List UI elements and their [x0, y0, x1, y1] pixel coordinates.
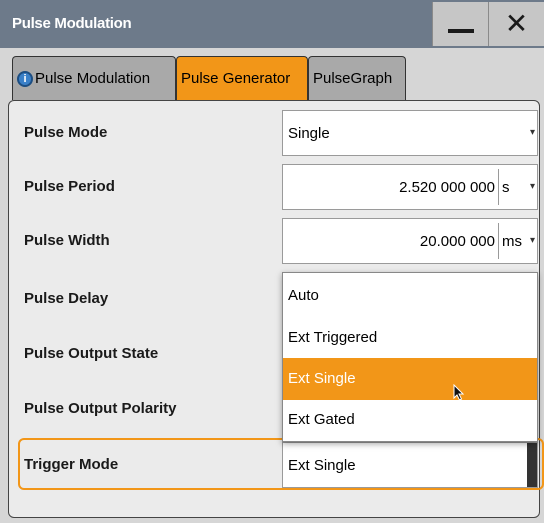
mouse-cursor-icon	[453, 384, 465, 401]
minimize-button[interactable]	[432, 2, 488, 46]
close-icon: ✕	[504, 8, 529, 39]
trigger-mode-label: Trigger Mode	[24, 456, 119, 473]
pulse-width-field[interactable]: 20.000 000 ms ▾	[282, 218, 538, 264]
trigger-mode-dropdown: Auto Ext Triggered Ext Single Ext Gated	[282, 272, 538, 442]
dropdown-option-ext-single[interactable]: Ext Single	[283, 358, 537, 400]
dropdown-toggle-button[interactable]	[527, 443, 537, 487]
pulse-period-field[interactable]: 2.520 000 000 s ▾	[282, 164, 538, 210]
dropdown-option-auto[interactable]: Auto	[283, 275, 537, 317]
chevron-down-icon: ▾	[529, 127, 535, 138]
minimize-icon	[447, 29, 474, 33]
pulse-output-polarity-label: Pulse Output Polarity	[24, 400, 177, 417]
pulse-modulation-window: Pulse Modulation ✕ i Pulse Modulation Pu…	[0, 0, 544, 523]
pulse-mode-select[interactable]: Single ▾	[282, 110, 538, 156]
chevron-down-icon: ▾	[529, 181, 535, 192]
tab-label: Pulse Generator	[181, 70, 291, 87]
pulse-width-value: 20.000 000	[419, 233, 495, 250]
pulse-period-unit[interactable]: s	[502, 165, 510, 211]
pulse-width-unit[interactable]: ms	[502, 219, 522, 265]
dropdown-option-ext-gated[interactable]: Ext Gated	[283, 399, 537, 441]
chevron-down-icon: ▾	[529, 235, 535, 246]
tab-label: Pulse Modulation	[35, 70, 151, 87]
pulse-delay-label: Pulse Delay	[24, 290, 109, 307]
trigger-mode-select[interactable]: Ext Single	[282, 442, 538, 488]
pulse-mode-value: Single	[288, 125, 330, 142]
tab-pulse-modulation[interactable]: i Pulse Modulation	[12, 56, 176, 100]
pulse-period-value: 2.520 000 000	[399, 179, 495, 196]
tab-pulse-graph[interactable]: PulseGraph	[308, 56, 406, 100]
pulse-width-label: Pulse Width	[24, 232, 110, 249]
tab-label: PulseGraph	[313, 70, 393, 87]
dropdown-option-ext-triggered[interactable]: Ext Triggered	[283, 317, 537, 359]
tab-pulse-generator[interactable]: Pulse Generator	[176, 56, 308, 100]
pulse-mode-label: Pulse Mode	[24, 124, 108, 141]
info-icon: i	[17, 70, 33, 87]
window-title: Pulse Modulation	[12, 15, 132, 32]
unit-divider	[498, 223, 499, 259]
unit-divider	[498, 169, 499, 205]
close-button[interactable]: ✕	[488, 2, 544, 46]
pulse-period-label: Pulse Period	[24, 178, 115, 195]
pulse-output-state-label: Pulse Output State	[24, 345, 159, 362]
trigger-mode-value: Ext Single	[288, 457, 356, 474]
title-bar: Pulse Modulation ✕	[0, 0, 544, 48]
